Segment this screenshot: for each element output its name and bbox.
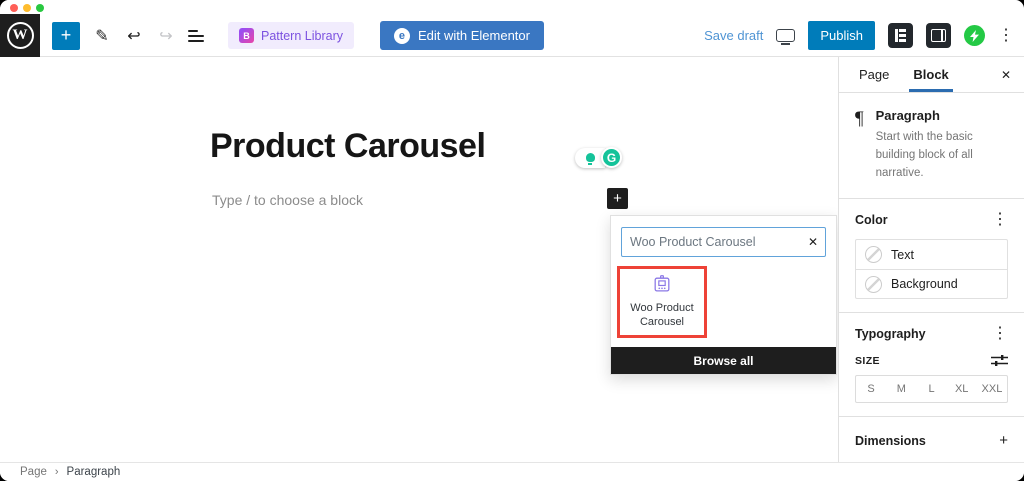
undo-icon[interactable]: ↩: [124, 26, 144, 46]
block-inserter-toggle-button[interactable]: +: [52, 21, 80, 50]
macos-titlebar: [0, 0, 1024, 14]
block-search-input[interactable]: [622, 235, 799, 249]
elementor-icon: e: [393, 27, 410, 44]
size-option-xl[interactable]: XL: [947, 376, 977, 402]
editor-window: W + ✎ ↩ ↪ B Pattern Library e Edit with …: [0, 0, 1024, 481]
font-size-picker: S M L XL XXL: [855, 375, 1008, 404]
no-color-swatch-icon: [865, 275, 882, 293]
grammarly-icon[interactable]: G: [601, 147, 622, 168]
window-controls: [10, 4, 44, 12]
size-option-l[interactable]: L: [916, 376, 946, 402]
add-dimensions-icon[interactable]: +: [999, 432, 1008, 449]
pattern-library-icon: B: [239, 28, 254, 43]
editor-canvas: Product Carousel G Type / to choose a bl…: [0, 57, 838, 462]
zoom-window-button[interactable]: [36, 4, 44, 12]
wordpress-menu-button[interactable]: W: [0, 14, 40, 57]
add-block-button[interactable]: +: [607, 188, 628, 209]
redo-icon: ↪: [159, 27, 173, 45]
size-option-m[interactable]: M: [886, 376, 916, 402]
edit-with-elementor-label: Edit with Elementor: [417, 28, 530, 43]
no-color-swatch-icon: [865, 246, 882, 264]
background-color-label: Background: [891, 277, 958, 292]
typography-panel: Typography ⋮ SIZE S M L XL XXL: [839, 313, 1024, 418]
text-color-label: Text: [891, 247, 914, 262]
page-title[interactable]: Product Carousel: [210, 127, 486, 166]
breadcrumb-bar: Page › Paragraph: [0, 462, 1024, 481]
dimensions-panel[interactable]: Dimensions +: [839, 417, 1024, 466]
close-sidebar-icon[interactable]: ✕: [1001, 57, 1011, 92]
options-menu-icon[interactable]: ⋮: [998, 27, 1014, 44]
dimensions-panel-title: Dimensions: [855, 433, 926, 448]
size-option-xxl[interactable]: XXL: [977, 376, 1007, 402]
plus-icon: +: [613, 190, 622, 207]
tab-block[interactable]: Block: [909, 57, 954, 92]
pattern-library-label: Pattern Library: [261, 28, 343, 43]
toolbar-left-group: + ✎ ↩ ↪ B Pattern Library e Edit with El…: [52, 14, 544, 57]
block-inserter-popup: ✕ Woo Product Carousel Browse all: [610, 215, 837, 375]
elementor-exit-icon[interactable]: [888, 23, 913, 48]
breadcrumb-paragraph[interactable]: Paragraph: [67, 466, 121, 478]
editor-toolbar: W + ✎ ↩ ↪ B Pattern Library e Edit with …: [0, 14, 1024, 57]
block-description: Start with the basic building block of a…: [875, 131, 973, 179]
plus-icon: +: [60, 25, 72, 45]
size-settings-sliders-icon[interactable]: [991, 354, 1008, 367]
grammarly-widget: G: [575, 147, 622, 168]
sidebar-panel-icon: [931, 29, 946, 42]
paragraph-pilcrow-icon: ¶: [855, 108, 864, 129]
browse-all-button[interactable]: Browse all: [611, 347, 836, 374]
empty-block-placeholder[interactable]: Type / to choose a block: [212, 192, 363, 208]
background-color-row[interactable]: Background: [856, 269, 1007, 298]
minimize-window-button[interactable]: [23, 4, 31, 12]
preview-monitor-icon[interactable]: [776, 29, 796, 45]
block-result-label[interactable]: Woo Product Carousel: [624, 301, 700, 329]
typography-options-icon[interactable]: ⋮: [992, 326, 1008, 342]
clear-search-icon[interactable]: ✕: [799, 235, 827, 249]
publish-button[interactable]: Publish: [808, 21, 875, 50]
annotation-highlight-box: Woo Product Carousel: [617, 266, 707, 338]
wordpress-icon: W: [6, 22, 34, 49]
boost-lightning-icon[interactable]: [964, 25, 985, 46]
edit-with-elementor-button[interactable]: e Edit with Elementor: [379, 21, 544, 50]
settings-sidebar-toggle[interactable]: [926, 23, 951, 48]
block-info-card: ¶ Paragraph Start with the basic buildin…: [839, 93, 1024, 200]
block-name: Paragraph: [875, 108, 940, 123]
color-panel: Color ⋮ Text Background: [839, 199, 1024, 314]
sidebar-tabbar: Page Block ✕: [839, 57, 1024, 93]
tab-page[interactable]: Page: [855, 57, 893, 92]
text-color-row[interactable]: Text: [856, 240, 1007, 269]
list-view-icon[interactable]: [188, 29, 204, 42]
typography-panel-title: Typography: [855, 327, 926, 342]
color-panel-title: Color: [855, 213, 888, 228]
pattern-library-button[interactable]: B Pattern Library: [228, 22, 354, 49]
lightbulb-icon: [585, 153, 595, 165]
tools-pencil-icon[interactable]: ✎: [92, 26, 112, 46]
color-options-icon[interactable]: ⋮: [992, 212, 1008, 228]
size-option-s[interactable]: S: [856, 376, 886, 402]
breadcrumb-page[interactable]: Page: [20, 466, 47, 478]
settings-sidebar: Page Block ✕ ¶ Paragraph Start with the …: [838, 57, 1024, 481]
close-window-button[interactable]: [10, 4, 18, 12]
color-settings-box: Text Background: [855, 239, 1008, 300]
woo-product-carousel-icon[interactable]: [651, 275, 673, 295]
font-size-label: SIZE: [855, 354, 880, 367]
save-draft-button[interactable]: Save draft: [704, 28, 763, 43]
chevron-right-icon: ›: [54, 466, 59, 478]
block-search-box: ✕: [621, 227, 826, 257]
toolbar-right-group: Save draft Publish ⋮: [704, 14, 1014, 57]
